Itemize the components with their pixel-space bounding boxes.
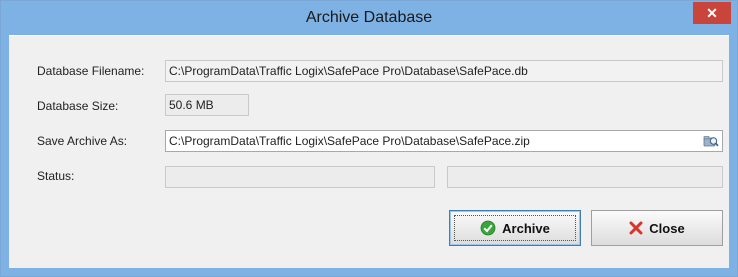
close-button[interactable]: Close [591, 210, 723, 246]
close-button-label: Close [649, 220, 685, 236]
dialog-body: Database Filename: C:\ProgramData\Traffi… [9, 35, 729, 268]
database-filename-field: C:\ProgramData\Traffic Logix\SafePace Pr… [165, 60, 723, 82]
focus-ring [454, 215, 576, 241]
window-close-button[interactable]: ✕ [693, 2, 731, 24]
database-size-label: Database Size: [37, 99, 119, 113]
save-archive-as-input[interactable]: C:\ProgramData\Traffic Logix\SafePace Pr… [165, 130, 723, 152]
folder-search-icon[interactable] [703, 133, 719, 149]
progress-bar [447, 166, 723, 188]
status-text-field [165, 166, 435, 188]
red-x-icon [629, 221, 643, 235]
title-bar[interactable]: Archive Database ✕ [1, 1, 737, 35]
save-archive-as-value: C:\ProgramData\Traffic Logix\SafePace Pr… [169, 134, 530, 148]
archive-database-dialog: Archive Database ✕ Database Filename: C:… [0, 0, 738, 277]
save-archive-as-label: Save Archive As: [37, 134, 128, 148]
database-filename-label: Database Filename: [37, 64, 145, 78]
status-label: Status: [37, 169, 75, 183]
window-frame-left [1, 35, 9, 276]
window-frame-right [729, 35, 737, 276]
archive-button[interactable]: Archive [449, 210, 581, 246]
window-frame-bottom [1, 268, 737, 276]
window-title: Archive Database [305, 9, 433, 26]
database-size-field: 50.6 MB [165, 94, 249, 116]
